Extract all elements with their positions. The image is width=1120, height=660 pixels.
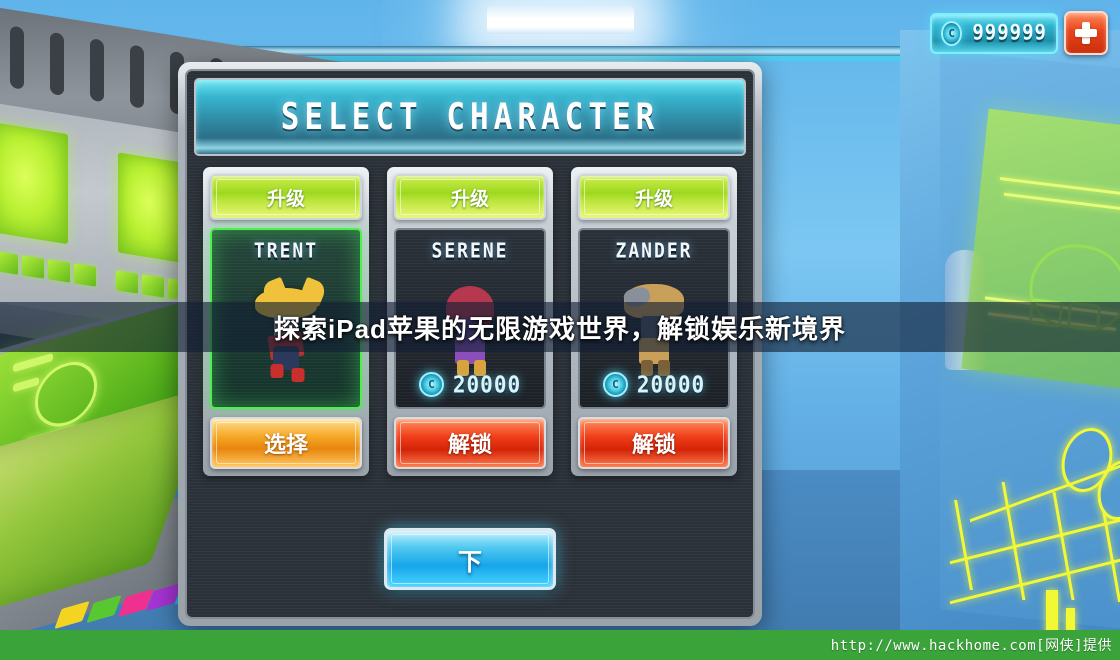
select-button-trent[interactable]: 选择 — [210, 417, 362, 469]
character-name-trent: TRENT — [253, 239, 319, 264]
currency-hud: C 999999 — [930, 11, 1108, 55]
coin-icon: C — [418, 372, 444, 397]
watermark: http://www.hackhome.com[网侠]提供 — [830, 638, 1112, 654]
overlay-headline: 探索iPad苹果的无限游戏世界，解锁娱乐新境界 — [274, 313, 846, 344]
left-chip-6 — [142, 274, 164, 298]
price-value-serene: 20000 — [452, 371, 522, 398]
character-name-zander: ZANDER — [615, 239, 693, 264]
left-chip-3 — [48, 259, 70, 283]
upgrade-button-zander[interactable]: 升级 — [578, 174, 730, 220]
price-row-serene: C 20000 — [396, 371, 544, 398]
currency-bar[interactable]: C 999999 — [930, 12, 1058, 54]
upgrade-button-serene[interactable]: 升级 — [394, 174, 546, 220]
unlock-button-serene[interactable]: 解锁 — [394, 417, 546, 469]
price-row-zander: C 20000 — [580, 371, 728, 398]
left-screen-1 — [0, 121, 68, 245]
left-chip-1 — [0, 251, 18, 275]
left-chip-4 — [74, 263, 96, 287]
ceiling-light — [487, 6, 634, 34]
currency-value: 999999 — [972, 20, 1047, 46]
left-chip-2 — [22, 255, 44, 279]
coin-icon: C — [602, 372, 628, 397]
next-button-row: 下 — [187, 528, 753, 590]
coin-icon: C — [941, 20, 963, 46]
game-screen: C 999999 SELECT CHARACTER 升级 TRENT 选择 升级… — [0, 0, 1120, 660]
blueprint-wireframe — [950, 428, 1120, 646]
unlock-button-zander[interactable]: 解锁 — [578, 417, 730, 469]
upgrade-button-trent[interactable]: 升级 — [210, 174, 362, 220]
left-chip-5 — [116, 270, 138, 294]
page-title: SELECT CHARACTER — [280, 95, 660, 139]
add-currency-button[interactable] — [1064, 11, 1108, 55]
next-button[interactable]: 下 — [384, 528, 556, 590]
price-value-zander: 20000 — [636, 371, 706, 398]
character-name-serene: SERENE — [431, 239, 509, 264]
panel-title-bar: SELECT CHARACTER — [194, 78, 746, 156]
